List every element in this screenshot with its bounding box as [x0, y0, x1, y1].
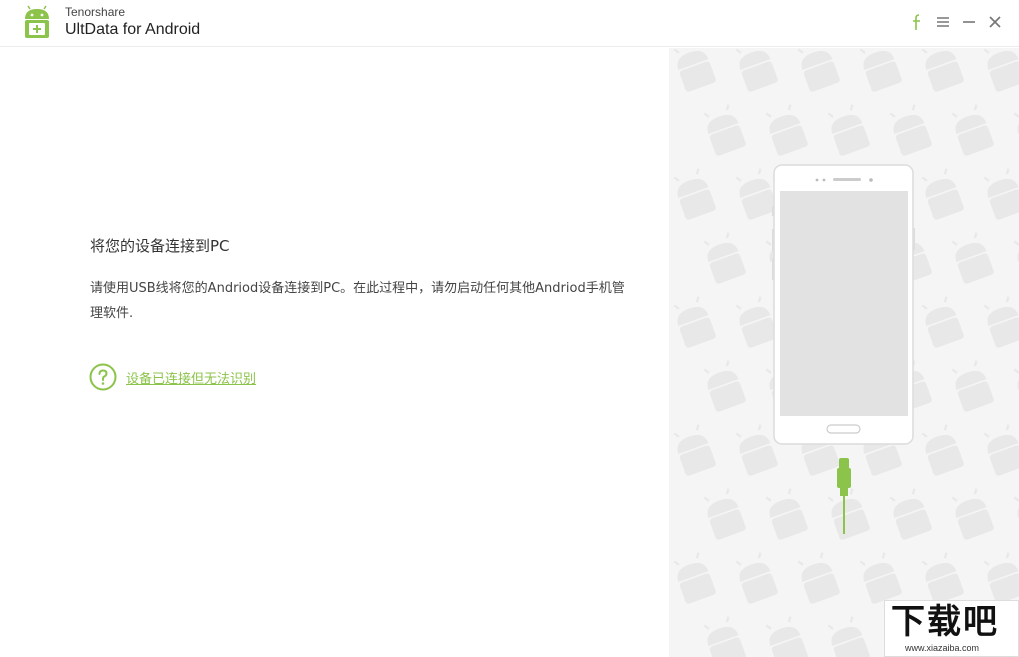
facebook-button[interactable] [909, 12, 925, 32]
instructions-pane: 将您的设备连接到PC 请使用USB线将您的Andriod设备连接到PC。在此过程… [0, 48, 669, 657]
title-bar: Tenorshare UltData for Android [0, 0, 1019, 47]
instructions-text: 请使用USB线将您的Andriod设备连接到PC。在此过程中，请勿启动任何其他A… [90, 281, 625, 321]
menu-icon [937, 17, 949, 27]
app-name: UltData for Android [65, 21, 201, 38]
window-controls [909, 12, 1003, 32]
usb-cable-icon [837, 458, 851, 534]
watermark-url: www.xiazaiba.com [905, 643, 980, 653]
watermark-title: 下载吧 [891, 602, 999, 642]
minimize-icon [963, 21, 975, 23]
close-button[interactable] [987, 12, 1003, 32]
help-link-label: 设备已连接但无法识别 [126, 371, 257, 387]
minimize-button[interactable] [961, 12, 977, 32]
android-data-icon [25, 5, 49, 38]
illustration-pane [669, 48, 1019, 657]
device-not-recognized-link[interactable]: 设备已连接但无法识别 [89, 363, 256, 391]
question-circle-icon [89, 363, 117, 391]
close-icon [989, 16, 1001, 28]
facebook-icon [913, 14, 920, 30]
menu-button[interactable] [935, 12, 951, 32]
page-title: 将您的设备连接到PC [90, 237, 230, 255]
phone-illustration [772, 164, 915, 534]
site-watermark: 下载吧 www.xiazaiba.com [884, 600, 1019, 657]
brand-name: Tenorshare [65, 5, 126, 19]
